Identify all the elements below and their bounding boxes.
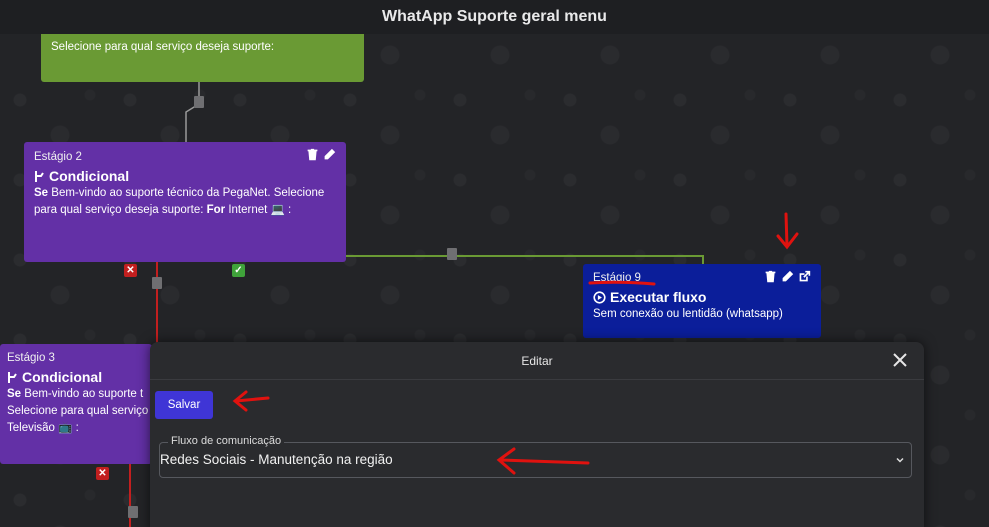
trash-icon[interactable] — [764, 270, 777, 283]
branch-icon — [35, 171, 44, 182]
modal-header: Editar — [150, 342, 924, 380]
node-condition-text: Se Bem-vindo ao suporte técnico da PegaN… — [34, 185, 336, 219]
annotation-arrow-down — [776, 212, 799, 250]
stage-label: Estágio 2 — [34, 151, 82, 163]
node-flow-text: Sem conexão ou lentidão (whatsapp) — [593, 308, 783, 320]
save-button[interactable]: Salvar — [155, 391, 213, 419]
page-title: WhatApp Suporte geral menu — [0, 0, 989, 34]
delete-connector-icon[interactable] — [447, 248, 457, 260]
modal-title: Editar — [521, 353, 553, 368]
node-type: Condicional — [34, 168, 336, 185]
annotation-arrow-left — [496, 447, 590, 475]
chevron-down-icon[interactable] — [895, 455, 905, 465]
condition-tail: Internet 💻 : — [228, 204, 292, 216]
pencil-icon[interactable] — [323, 148, 336, 161]
flow-select-value: Redes Sociais - Manutenção na região — [160, 452, 393, 467]
external-link-icon[interactable] — [798, 270, 811, 283]
node-toolbar — [764, 270, 811, 283]
delete-connector-icon[interactable] — [152, 277, 162, 289]
condition-prefix: Se — [34, 187, 49, 199]
branch-icon — [8, 372, 17, 383]
stage-2-node[interactable]: Estágio 2 Condicional Se Bem-vindo ao su… — [24, 142, 346, 262]
message-node[interactable]: Selecione para qual serviço deseja supor… — [41, 28, 364, 82]
condition-prefix: Se — [7, 388, 22, 400]
delete-connector-icon[interactable] — [194, 96, 204, 108]
condition-line-1: Bem-vindo ao suporte t — [24, 388, 144, 400]
close-icon[interactable] — [890, 350, 910, 370]
false-branch-icon: ✕ — [124, 264, 137, 277]
false-branch-icon: ✕ — [96, 467, 109, 480]
trash-icon[interactable] — [306, 148, 319, 161]
node-type-label: Condicional — [22, 369, 103, 385]
pencil-icon[interactable] — [781, 270, 794, 283]
connector-stage2-to-stage9 — [346, 255, 704, 264]
condition-line-2: Selecione para qual serviço — [7, 405, 149, 417]
true-branch-icon: ✓ — [232, 264, 245, 277]
stage-9-node[interactable]: Estágio 9 Executar fluxo Sem conexão ou … — [583, 264, 821, 338]
condition-bold: For — [206, 204, 226, 216]
annotation-arrow-left — [232, 390, 270, 412]
stage-label: Estágio 3 — [7, 352, 55, 364]
node-condition-text: Se Bem-vindo ao suporte t Selecione para… — [7, 386, 149, 437]
condition-line-3: Televisão 📺 : — [7, 422, 79, 434]
delete-connector-icon[interactable] — [128, 506, 138, 518]
node-type-label: Executar fluxo — [610, 289, 707, 305]
play-circle-icon — [593, 291, 606, 304]
annotation-underline — [588, 280, 656, 286]
message-node-text: Selecione para qual serviço deseja supor… — [51, 41, 275, 53]
node-type-label: Condicional — [49, 168, 130, 184]
edit-modal: Editar Salvar Fluxo de comunicação Redes… — [150, 342, 924, 527]
node-type: Condicional — [7, 369, 145, 386]
node-type: Executar fluxo — [593, 289, 811, 306]
node-toolbar — [306, 148, 336, 161]
flow-select-label: Fluxo de comunicação — [168, 435, 285, 447]
stage-3-node[interactable]: Estágio 3 Condicional Se Bem-vindo ao su… — [0, 344, 152, 464]
connector-green-to-stage2 — [185, 82, 200, 142]
